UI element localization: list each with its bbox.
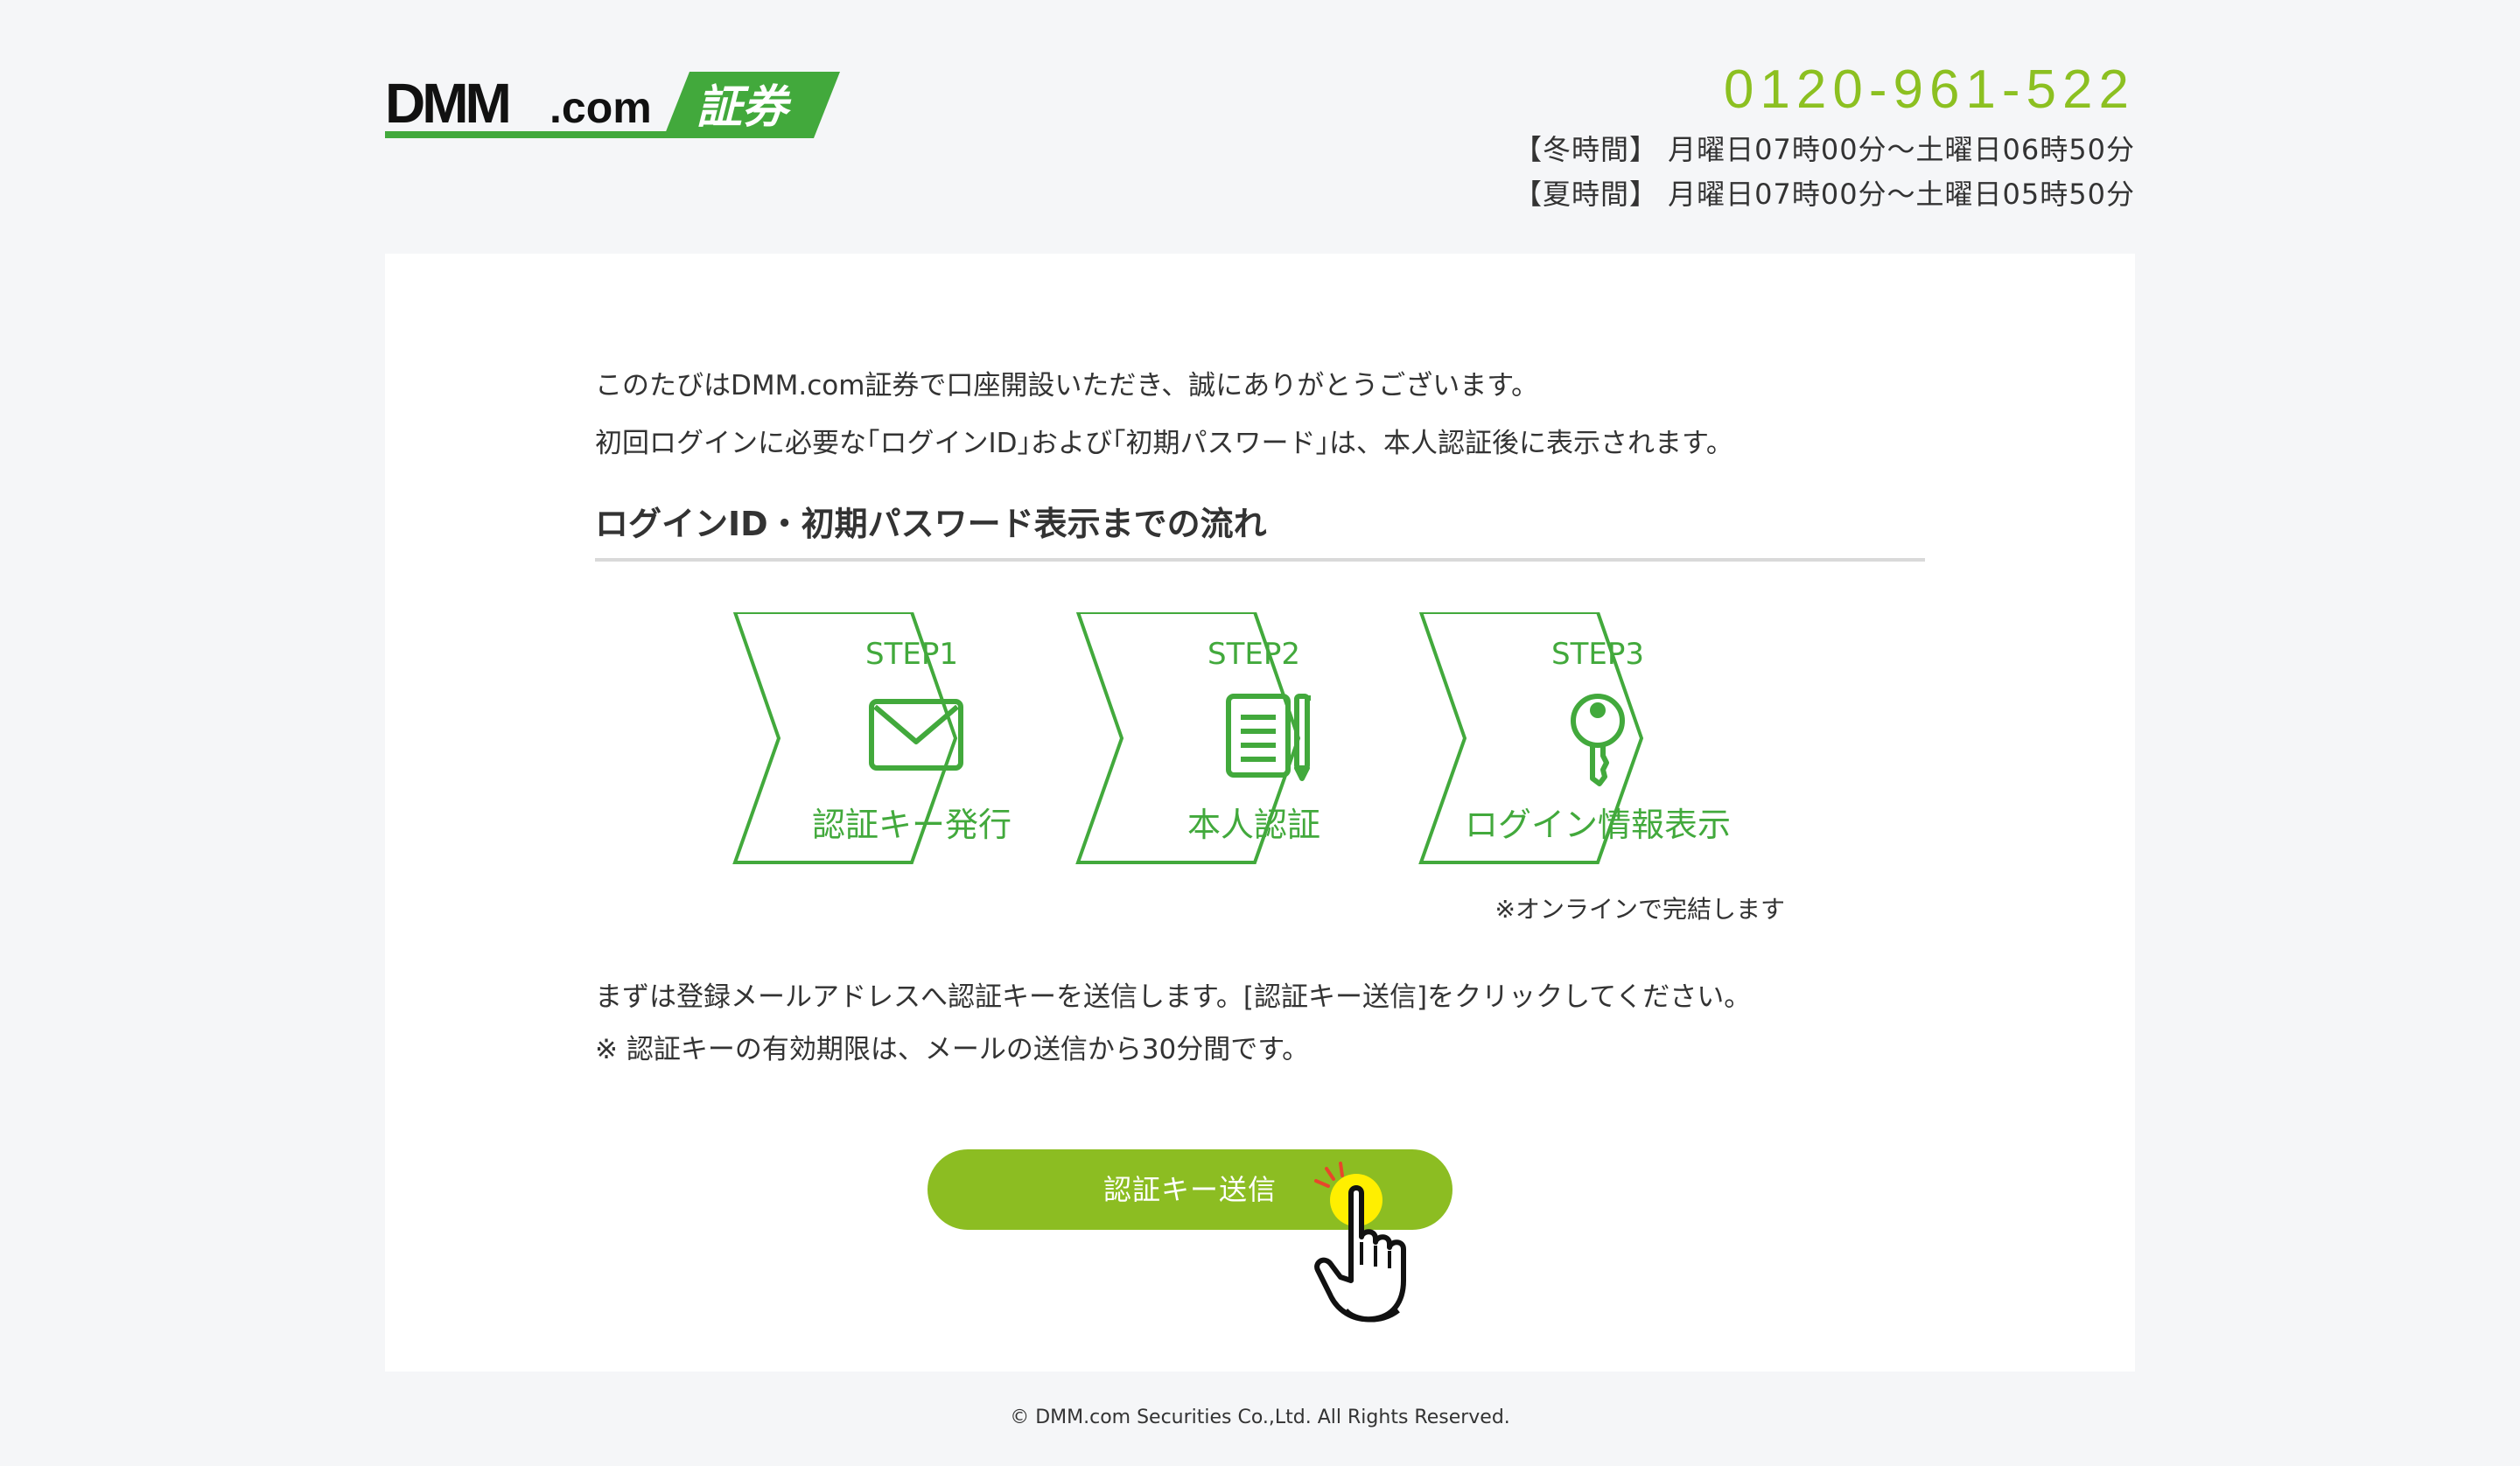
instructions: まずは登録メールアドレスへ認証キーを送信します。[認証キー送信]をクリックしてく…: [595, 971, 1751, 1076]
step3-label: STEP3: [1551, 637, 1644, 672]
intro-line-1: このたびはDMM.com証券で口座開設いただき、誠にありがとうございます。: [595, 370, 1539, 401]
key-icon: [1571, 694, 1625, 786]
intro-text: このたびはDMM.com証券で口座開設いただき、誠にありがとうございます。 初回…: [595, 357, 1733, 472]
svg-text:DMM: DMM: [385, 72, 509, 135]
step2-name: 本人認証: [1186, 806, 1320, 844]
main-card: このたびはDMM.com証券で口座開設いただき、誠にありがとうございます。 初回…: [385, 254, 2135, 1372]
footer-copyright: © DMM.com Securities Co.,Ltd. All Rights…: [1010, 1407, 1510, 1428]
step1-label: STEP1: [865, 637, 958, 672]
instruction-line-2: ※ 認証キーの有効期限は、メールの送信から30分間です。: [595, 1034, 1310, 1065]
winter-hours: 【冬時間】 月曜日07時00分～土曜日06時50分: [1513, 133, 2135, 166]
section-title: ログインID・初期パスワード表示までの流れ: [595, 502, 1925, 562]
intro-line-2: 初回ログインに必要な｢ログインID｣および｢初期パスワード｣は、本人認証後に表示…: [595, 428, 1733, 459]
steps-flow: STEP1 認証キー発行 STEP2 本人認証 STEP3 ログイン情報表示: [595, 612, 1925, 875]
document-pen-icon: [1226, 694, 1311, 781]
svg-text:.com: .com: [550, 83, 652, 132]
pointing-hand-icon: [1314, 1162, 1406, 1323]
step1-name: 認証キー発行: [811, 806, 1012, 844]
dmm-securities-logo[interactable]: DMM .com 証券: [385, 68, 840, 143]
step3-name: ログイン情報表示: [1464, 806, 1731, 844]
contact-info: 0120-961-522 【冬時間】 月曜日07時00分～土曜日06時50分 【…: [1514, 58, 2135, 217]
online-note: ※オンラインで完結します: [1494, 895, 1785, 924]
instruction-line-1: まずは登録メールアドレスへ認証キーを送信します。[認証キー送信]をクリックしてく…: [595, 981, 1752, 1013]
summer-hours: 【夏時間】 月曜日07時00分～土曜日05時50分: [1513, 178, 2135, 211]
svg-text:証券: 証券: [696, 81, 792, 134]
step2-label: STEP2: [1208, 637, 1300, 672]
phone-number[interactable]: 0120-961-522: [1514, 58, 2135, 122]
